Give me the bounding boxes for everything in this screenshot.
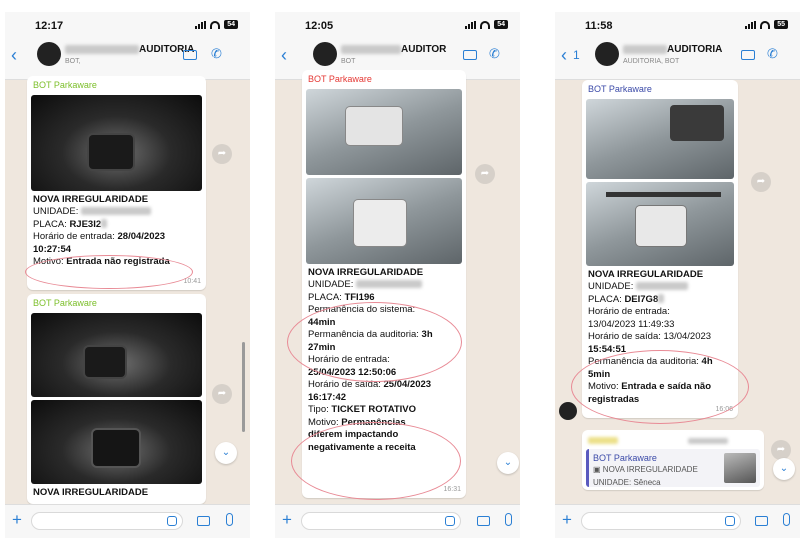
phone-call-icon[interactable]: ✆: [211, 47, 222, 61]
scroll-down-icon[interactable]: ⌄: [215, 442, 237, 464]
message-heading: NOVA IRREGULARIDADE: [33, 193, 149, 205]
camera-icon[interactable]: [477, 516, 490, 526]
camera-icon[interactable]: [197, 516, 210, 526]
status-bar: 12:05 54: [275, 12, 520, 36]
battery-icon: 54: [224, 20, 238, 29]
camera-icon[interactable]: [755, 516, 768, 526]
sticker-icon[interactable]: [445, 516, 455, 526]
back-chevron-icon[interactable]: ‹: [281, 46, 287, 64]
chat-subtitle: AUDITORIA, BOT: [623, 58, 680, 65]
message-bubble[interactable]: BOT Parkaware ▣ NOVA IRREGULARIDADE UNID…: [582, 430, 764, 490]
camera-image[interactable]: [31, 94, 202, 191]
phone-screenshot-3: 11:58 55 ‹ 1 AUDITORIA AUDITORIA, BOT ✆ …: [555, 12, 800, 538]
message-bubble[interactable]: BOT Parkaware NOVA IRREGULARIDADE UNIDAD…: [302, 70, 466, 498]
group-avatar[interactable]: [37, 42, 61, 66]
forward-icon[interactable]: ➦: [771, 440, 791, 460]
sender-name: BOT Parkaware: [33, 298, 97, 308]
message-heading: NOVA IRREGULARIDADE: [588, 268, 704, 280]
camera-image[interactable]: [31, 399, 202, 484]
phone-call-icon[interactable]: ✆: [767, 47, 778, 61]
camera-image[interactable]: [586, 98, 734, 179]
camera-image[interactable]: [306, 88, 462, 175]
message-timestamp: 10:41: [183, 277, 201, 285]
video-call-icon[interactable]: [463, 50, 477, 60]
message-heading: NOVA IRREGULARIDADE: [33, 486, 149, 498]
unread-count[interactable]: 1: [573, 48, 580, 62]
camera-image[interactable]: [306, 177, 462, 264]
forward-icon[interactable]: ➦: [751, 172, 771, 192]
signal-icon: [465, 20, 477, 29]
chat-title[interactable]: AUDITORIA: [623, 44, 722, 55]
battery-icon: 55: [774, 20, 788, 29]
camera-image[interactable]: [586, 181, 734, 266]
sender-name: BOT Parkaware: [308, 74, 372, 84]
message-timestamp: 16:31: [443, 485, 461, 493]
scroll-down-icon[interactable]: ⌄: [497, 452, 519, 474]
message-input[interactable]: [31, 512, 183, 530]
chat-subtitle: BOT: [341, 58, 356, 65]
back-chevron-icon[interactable]: ‹: [11, 46, 17, 64]
video-call-icon[interactable]: [741, 50, 755, 60]
message-bubble[interactable]: BOT Parkaware NOVA IRREGULARIDADE: [27, 294, 206, 504]
forward-icon[interactable]: ➦: [212, 384, 232, 404]
message-bubble[interactable]: BOT Parkaware NOVA IRREGULARIDADE UNIDAD…: [582, 80, 738, 418]
chat-header: ‹ 1 AUDITORIA AUDITORIA, BOT ✆: [555, 36, 800, 80]
back-chevron-icon[interactable]: ‹: [561, 46, 567, 64]
wifi-icon: [760, 20, 771, 29]
message-input[interactable]: [581, 512, 741, 530]
phone-screenshot-2: 12:05 54 ‹ AUDITOR BOT ✆ BOT Parkaware N…: [275, 12, 520, 538]
chat-header: ‹ AUDITORIA BOT, ✆: [5, 36, 250, 80]
wifi-icon: [480, 20, 491, 29]
camera-image[interactable]: [31, 312, 202, 397]
quoted-message[interactable]: BOT Parkaware ▣ NOVA IRREGULARIDADE UNID…: [586, 448, 760, 487]
status-time: 12:05: [305, 20, 334, 32]
message-timestamp: 16:06: [715, 405, 733, 413]
sender-name: BOT Parkaware: [33, 80, 97, 90]
phone-screenshot-1: 12:17 54 ‹ AUDITORIA BOT, ✆ BOT Parkawar…: [5, 12, 250, 538]
video-call-icon[interactable]: [183, 50, 197, 60]
message-bubble[interactable]: BOT Parkaware NOVA IRREGULARIDADE UNIDAD…: [27, 76, 206, 290]
camera-icon: ▣: [593, 465, 601, 474]
microphone-icon[interactable]: [783, 513, 790, 526]
microphone-icon[interactable]: [226, 513, 233, 526]
message-heading: NOVA IRREGULARIDADE: [308, 266, 424, 278]
status-time: 11:58: [585, 20, 613, 32]
wifi-icon: [210, 20, 221, 29]
message-input[interactable]: [301, 512, 461, 530]
sender-avatar[interactable]: [559, 402, 577, 420]
plus-icon[interactable]: +: [12, 511, 22, 529]
sender-name: BOT Parkaware: [588, 84, 652, 94]
sticker-icon[interactable]: [725, 516, 735, 526]
plus-icon[interactable]: +: [282, 511, 292, 529]
forward-icon[interactable]: ➦: [212, 144, 232, 164]
battery-icon: 54: [494, 20, 508, 29]
phone-call-icon[interactable]: ✆: [489, 47, 500, 61]
chat-subtitle: BOT,: [65, 58, 81, 65]
chat-title[interactable]: AUDITOR: [341, 44, 446, 55]
message-input-bar: +: [555, 504, 800, 538]
message-input-bar: +: [5, 504, 250, 538]
status-bar: 12:17 54: [5, 12, 250, 36]
group-avatar[interactable]: [595, 42, 619, 66]
forward-icon[interactable]: ➦: [475, 164, 495, 184]
scroll-down-icon[interactable]: ⌄: [773, 458, 795, 480]
status-time: 12:17: [35, 20, 64, 32]
chat-title[interactable]: AUDITORIA: [65, 44, 194, 55]
signal-icon: [745, 20, 757, 29]
plus-icon[interactable]: +: [562, 511, 572, 529]
signal-icon: [195, 20, 207, 29]
quoted-image-thumbnail: [724, 452, 756, 483]
sticker-icon[interactable]: [167, 516, 177, 526]
message-input-bar: +: [275, 504, 520, 538]
group-avatar[interactable]: [313, 42, 337, 66]
microphone-icon[interactable]: [505, 513, 512, 526]
scrollbar[interactable]: [242, 342, 245, 432]
status-bar: 11:58 55: [555, 12, 800, 36]
